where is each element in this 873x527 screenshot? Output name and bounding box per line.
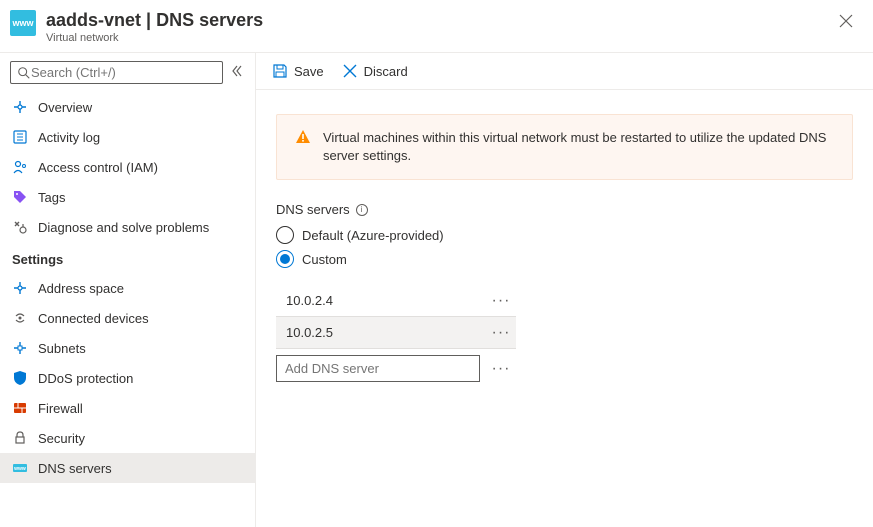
toolbar: Save Discard [256, 53, 873, 90]
nav-label: Firewall [38, 401, 83, 416]
radio-button [276, 226, 294, 244]
close-icon [839, 14, 853, 28]
chevron-double-left-icon [231, 65, 243, 77]
warning-icon [295, 129, 311, 165]
row-menu-button[interactable]: ··· [486, 324, 516, 342]
nav-label: Connected devices [38, 311, 149, 326]
search-box[interactable] [10, 61, 223, 84]
collapse-sidebar-button[interactable] [229, 63, 245, 82]
nav-item-connected-devices[interactable]: Connected devices [0, 303, 255, 333]
dns-section-label: DNS servers i [276, 202, 853, 217]
close-button[interactable] [833, 10, 859, 35]
add-dns-input[interactable] [276, 355, 480, 382]
nav-item-ddos[interactable]: DDoS protection [0, 363, 255, 393]
nav-label: DNS servers [38, 461, 112, 476]
discard-button[interactable]: Discard [342, 63, 408, 79]
save-label: Save [294, 64, 324, 79]
nav-item-activity-log[interactable]: Activity log [0, 122, 255, 152]
dns-entry[interactable]: 10.0.2.4 [276, 285, 486, 316]
row-menu-button[interactable]: ··· [486, 292, 516, 310]
firewall-icon [12, 400, 28, 416]
dns-server-list: 10.0.2.4 ··· 10.0.2.5 ··· ··· [276, 285, 516, 388]
search-input[interactable] [31, 65, 216, 80]
main-pane: Save Discard Virtual machines within thi… [256, 53, 873, 527]
sidebar-nav: Overview Activity log Access control (IA… [0, 92, 255, 527]
address-space-icon [12, 280, 28, 296]
dns-entry-row: 10.0.2.5 ··· [276, 317, 516, 349]
nav-item-dns-servers[interactable]: www DNS servers [0, 453, 255, 483]
nav-item-overview[interactable]: Overview [0, 92, 255, 122]
nav-item-tags[interactable]: Tags [0, 182, 255, 212]
save-button[interactable]: Save [272, 63, 324, 79]
header-main: aadds-vnet | DNS servers Virtual network [46, 10, 833, 44]
nav-item-firewall[interactable]: Firewall [0, 393, 255, 423]
diagnose-icon [12, 219, 28, 235]
discard-icon [342, 63, 358, 79]
subnets-icon [12, 340, 28, 356]
search-icon [17, 66, 31, 80]
tags-icon [12, 189, 28, 205]
info-icon[interactable]: i [356, 204, 368, 216]
nav-label: Activity log [38, 130, 100, 145]
nav-label: Tags [38, 190, 65, 205]
vnet-icon: www [10, 10, 36, 36]
nav-item-access-control[interactable]: Access control (IAM) [0, 152, 255, 182]
nav-item-security[interactable]: Security [0, 423, 255, 453]
nav-group-settings: Settings [0, 242, 255, 273]
warning-banner: Virtual machines within this virtual net… [276, 114, 853, 180]
nav-label: Address space [38, 281, 124, 296]
dns-entry-row: 10.0.2.4 ··· [276, 285, 516, 317]
nav-label: Overview [38, 100, 92, 115]
sidebar: Overview Activity log Access control (IA… [0, 53, 256, 527]
svg-text:www: www [13, 466, 26, 472]
radio-button-checked [276, 250, 294, 268]
nav-item-subnets[interactable]: Subnets [0, 333, 255, 363]
radio-custom[interactable]: Custom [276, 247, 853, 271]
connected-devices-icon [12, 310, 28, 326]
dns-icon: www [12, 460, 28, 476]
blade-header: www aadds-vnet | DNS servers Virtual net… [0, 0, 873, 53]
nav-item-diagnose[interactable]: Diagnose and solve problems [0, 212, 255, 242]
discard-label: Discard [364, 64, 408, 79]
row-menu-button[interactable]: ··· [486, 360, 516, 378]
lock-icon [12, 430, 28, 446]
overview-icon [12, 99, 28, 115]
nav-label: Security [38, 431, 85, 446]
page-subtitle: Virtual network [46, 32, 833, 44]
access-control-icon [12, 159, 28, 175]
dns-add-row: ··· [276, 349, 516, 388]
nav-label: DDoS protection [38, 371, 133, 386]
radio-label: Default (Azure-provided) [302, 228, 444, 243]
dns-entry[interactable]: 10.0.2.5 [276, 317, 486, 348]
radio-default[interactable]: Default (Azure-provided) [276, 223, 853, 247]
save-icon [272, 63, 288, 79]
page-title: aadds-vnet | DNS servers [46, 10, 833, 31]
nav-label: Subnets [38, 341, 86, 356]
nav-label: Access control (IAM) [38, 160, 158, 175]
nav-item-address-space[interactable]: Address space [0, 273, 255, 303]
content: Virtual machines within this virtual net… [256, 90, 873, 412]
activity-log-icon [12, 129, 28, 145]
nav-label: Diagnose and solve problems [38, 220, 209, 235]
radio-label: Custom [302, 252, 347, 267]
shield-icon [12, 370, 28, 386]
warning-text: Virtual machines within this virtual net… [323, 129, 834, 165]
